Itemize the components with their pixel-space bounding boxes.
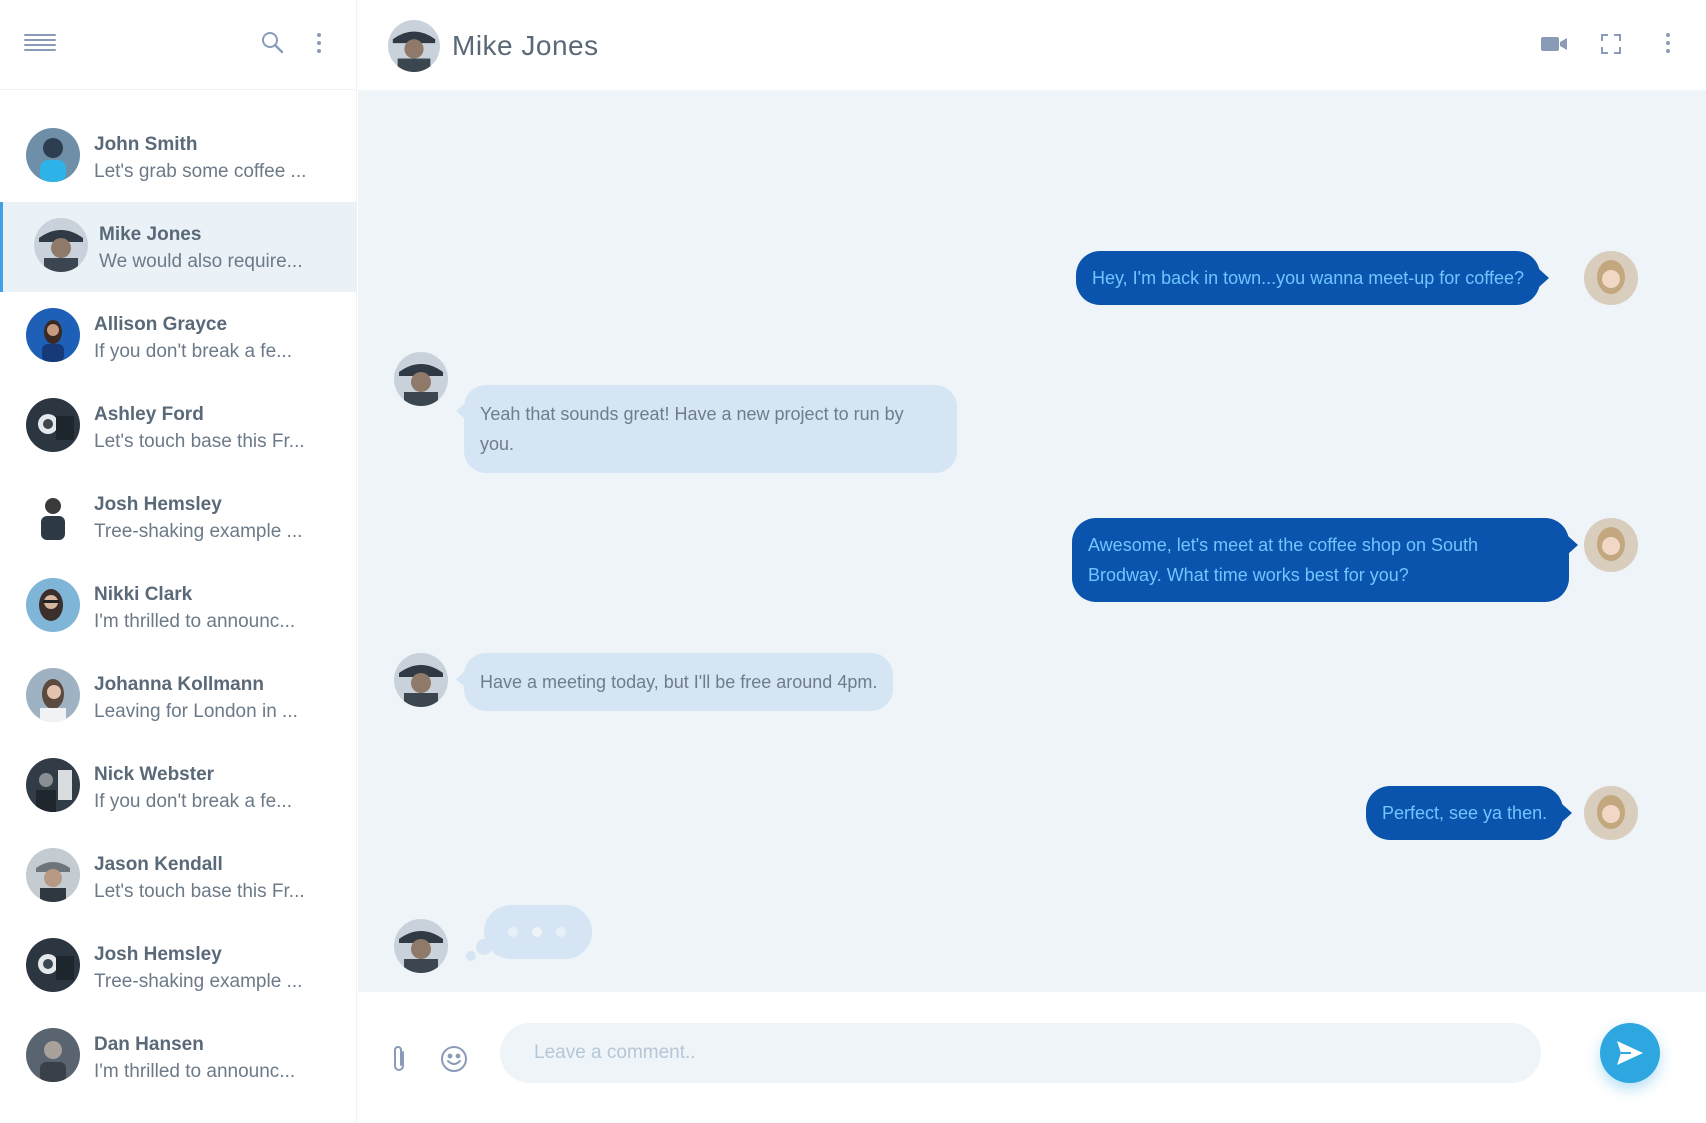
- video-camera-icon[interactable]: [1540, 34, 1568, 54]
- contact-item[interactable]: Allison Grayce If you don't break a fe..…: [0, 292, 357, 382]
- avatar: [1584, 786, 1638, 840]
- message-list: Hey, I'm back in town...you wanna meet-u…: [358, 90, 1706, 992]
- contact-item[interactable]: Ashley Ford Let's touch base this Fr...: [0, 382, 357, 472]
- contact-name: Josh Hemsley: [94, 944, 222, 965]
- message-outgoing: Hey, I'm back in town...you wanna meet-u…: [1076, 251, 1549, 305]
- contact-preview: Let's grab some coffee ...: [94, 161, 307, 182]
- conversation-sidebar: John Smith Let's grab some coffee ... Mi…: [0, 0, 357, 1123]
- contact-name: Johanna Kollmann: [94, 674, 264, 695]
- smiley-icon[interactable]: [440, 1045, 468, 1073]
- avatar: [26, 128, 80, 182]
- contact-preview: Leaving for London in ...: [94, 701, 298, 722]
- contact-name: Mike Jones: [99, 224, 202, 245]
- message-text: Have a meeting today, but I'll be free a…: [480, 672, 878, 692]
- hamburger-icon[interactable]: [24, 34, 56, 54]
- send-icon: [1617, 1041, 1643, 1065]
- contact-item[interactable]: Johanna Kollmann Leaving for London in .…: [0, 652, 357, 742]
- contact-name: Dan Hansen: [94, 1034, 204, 1055]
- contact-name: Jason Kendall: [94, 854, 223, 875]
- avatar: [394, 352, 448, 406]
- message-text: Perfect, see ya then.: [1382, 803, 1548, 823]
- avatar: [394, 653, 448, 707]
- avatar: [34, 218, 88, 272]
- avatar: [26, 848, 80, 902]
- contact-item[interactable]: Dan Hansen I'm thrilled to announc...: [0, 1012, 357, 1102]
- sidebar-header: [0, 0, 357, 90]
- message-outgoing: Perfect, see ya then.: [1366, 786, 1573, 840]
- chat-more-icon[interactable]: [1663, 33, 1673, 57]
- contact-item[interactable]: Jason Kendall Let's touch base this Fr..…: [0, 832, 357, 922]
- message-line: Brodway. What time works best for you?: [1088, 565, 1409, 585]
- contact-preview: Tree-shaking example ...: [94, 971, 303, 992]
- avatar: [394, 919, 448, 973]
- contact-item[interactable]: Josh Hemsley Tree-shaking example ...: [0, 922, 357, 1012]
- chat-header: Mike Jones: [358, 0, 1706, 90]
- search-icon[interactable]: [260, 30, 286, 56]
- sidebar-more-icon[interactable]: [314, 33, 324, 57]
- message-text: Hey, I'm back in town...you wanna meet-u…: [1092, 268, 1524, 288]
- contact-preview: If you don't break a fe...: [94, 791, 292, 812]
- contact-item[interactable]: Josh Hemsley Tree-shaking example ...: [0, 472, 357, 562]
- contact-preview: Let's touch base this Fr...: [94, 431, 305, 452]
- chat-title: Mike Jones: [452, 30, 599, 61]
- message-incoming: Yeah that sounds great! Have a new proje…: [456, 385, 957, 473]
- message-line: Yeah that sounds great! Have a new proje…: [480, 404, 904, 424]
- avatar: [26, 398, 80, 452]
- avatar: [388, 20, 440, 72]
- contact-name: Nikki Clark: [94, 584, 193, 605]
- paperclip-icon[interactable]: [388, 1044, 410, 1074]
- message-incoming: Have a meeting today, but I'll be free a…: [455, 653, 894, 711]
- send-button[interactable]: [1600, 1023, 1660, 1083]
- composer: [358, 992, 1706, 1123]
- comment-input[interactable]: [500, 1023, 1541, 1083]
- contact-item[interactable]: Nikki Clark I'm thrilled to announc...: [0, 562, 357, 652]
- contact-preview: We would also require...: [99, 251, 303, 272]
- message-outgoing: Awesome, let's meet at the coffee shop o…: [1072, 518, 1578, 602]
- avatar: [26, 308, 80, 362]
- message-line: you.: [480, 434, 515, 454]
- contact-preview: If you don't break a fe...: [94, 341, 292, 362]
- expand-icon[interactable]: [1600, 33, 1622, 55]
- avatar: [26, 938, 80, 992]
- contact-name: Josh Hemsley: [94, 494, 222, 515]
- contact-preview: Tree-shaking example ...: [94, 521, 303, 542]
- contact-preview: I'm thrilled to announc...: [94, 1061, 296, 1082]
- avatar: [1584, 251, 1638, 305]
- avatar: [1584, 518, 1638, 572]
- message-line: Awesome, let's meet at the coffee shop o…: [1088, 535, 1479, 555]
- avatar: [26, 488, 80, 542]
- avatar: [26, 1028, 80, 1082]
- contact-preview: Let's touch base this Fr...: [94, 881, 305, 902]
- contact-name: Nick Webster: [94, 764, 215, 785]
- contact-name: Ashley Ford: [94, 404, 204, 425]
- typing-indicator: [466, 905, 592, 961]
- contact-item[interactable]: Nick Webster If you don't break a fe...: [0, 742, 357, 832]
- avatar: [26, 578, 80, 632]
- contact-list: John Smith Let's grab some coffee ... Mi…: [0, 112, 357, 1102]
- contact-item-active[interactable]: Mike Jones We would also require...: [0, 202, 357, 292]
- contact-name: Allison Grayce: [94, 314, 228, 335]
- contact-preview: I'm thrilled to announc...: [94, 611, 296, 632]
- contact-name: John Smith: [94, 134, 198, 155]
- chat-panel: Mike Jones Hey, I'm back in town...you w…: [358, 0, 1706, 1123]
- avatar: [26, 668, 80, 722]
- avatar: [26, 758, 80, 812]
- contact-item[interactable]: John Smith Let's grab some coffee ...: [0, 112, 357, 202]
